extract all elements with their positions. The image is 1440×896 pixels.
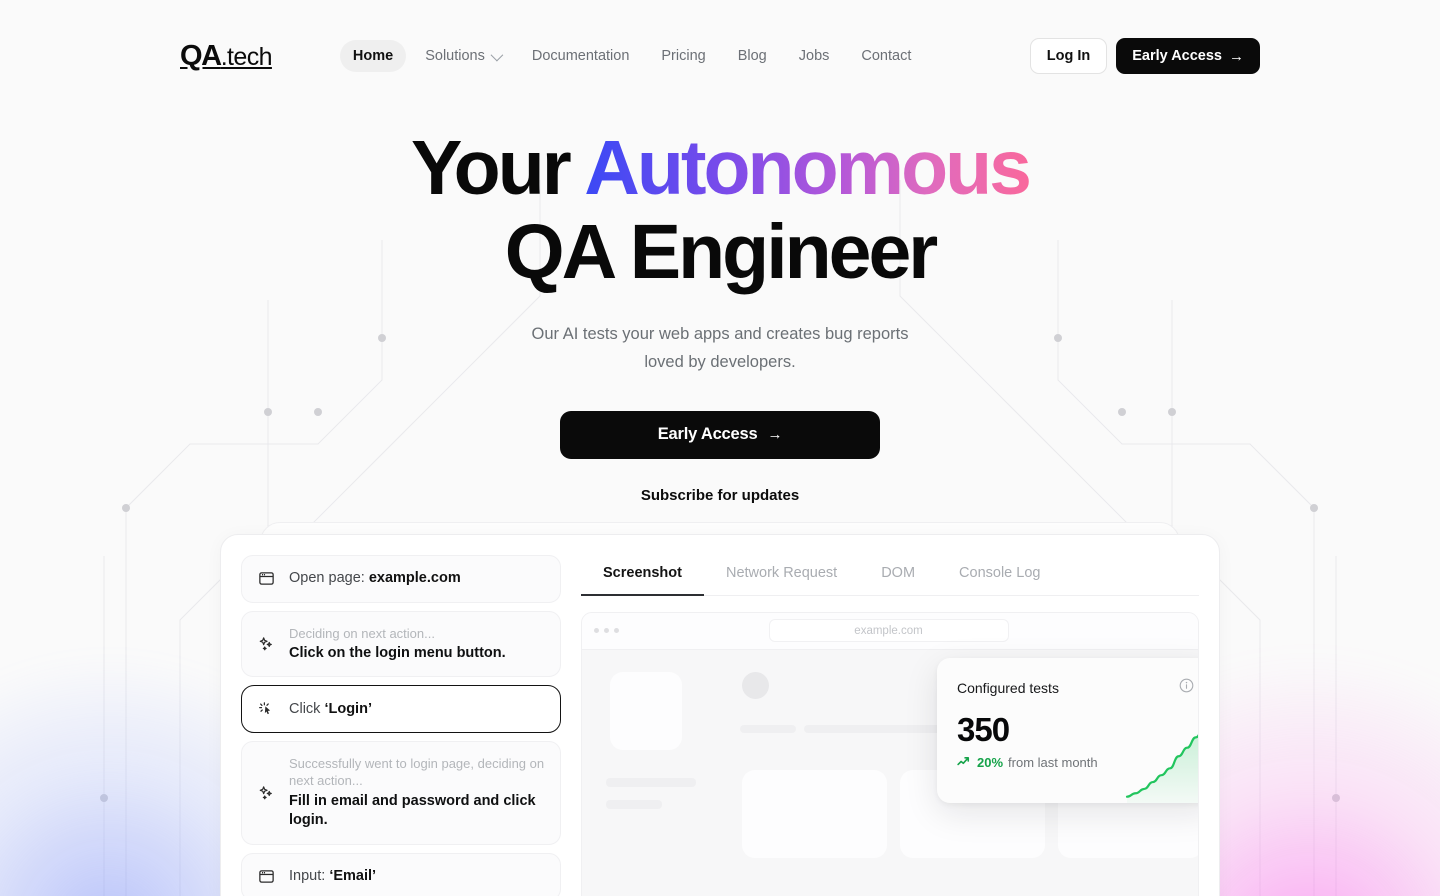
nav-item-label: Solutions: [425, 48, 485, 64]
browser-mockup-chrome: example.com: [582, 612, 1198, 650]
hero-subtitle: Our AI tests your web apps and creates b…: [531, 324, 909, 372]
nav-item-label: Home: [352, 48, 394, 64]
early-access-button-header[interactable]: Early Access →: [1116, 38, 1260, 74]
action-status: Deciding on next action...: [289, 625, 435, 641]
preview-tabs: Screenshot Network Request DOM Console L…: [581, 555, 1199, 596]
stats-card-header: Configured tests: [957, 677, 1195, 699]
skeleton-avatar: [742, 671, 769, 699]
early-access-button-hero[interactable]: Early Access →: [560, 410, 880, 459]
action-target: example.com: [368, 569, 461, 586]
nav-item-contact[interactable]: Contact: [848, 40, 924, 72]
nav-item-label: Jobs: [798, 48, 830, 64]
tab-dom[interactable]: DOM: [859, 555, 937, 595]
stats-card-delta-suffix: from last month: [1008, 755, 1098, 771]
nav-item-label: Pricing: [661, 48, 706, 64]
brand-logo-mark: QA: [180, 39, 222, 72]
action-list-item-click-login[interactable]: Click ‘Login’: [241, 685, 561, 734]
browser-window-icon: [256, 867, 276, 887]
browser-mockup-viewport: Configured tests 350 20% from last month: [582, 649, 1198, 896]
window-controls-dots-icon: [594, 628, 619, 634]
hero-section: Your Autonomous QA Engineer Our AI tests…: [0, 112, 1440, 504]
action-prefix: Open page:: [289, 569, 369, 586]
info-circle-icon[interactable]: [1178, 677, 1195, 699]
tab-network-request[interactable]: Network Request: [704, 555, 859, 595]
arrow-right-icon: →: [767, 426, 783, 444]
nav-item-blog[interactable]: Blog: [725, 40, 780, 72]
skeleton-panel: [742, 769, 887, 858]
main-nav: Home Solutions Documentation Pricing Blo…: [339, 40, 924, 72]
arrow-right-icon: →: [1229, 47, 1244, 65]
agent-action-list: Open page: example.com Deciding on next …: [241, 554, 561, 896]
action-list-item-decide-2[interactable]: Successfully went to login page, decidin…: [241, 741, 561, 845]
nav-item-pricing[interactable]: Pricing: [648, 40, 718, 72]
skeleton-bar: [740, 724, 796, 733]
action-list-item-input-email[interactable]: Input: ‘Email’: [241, 852, 561, 896]
click-cursor-icon: [256, 699, 276, 719]
early-access-label: Early Access: [1132, 48, 1222, 64]
stats-card-area-chart: [1125, 733, 1198, 803]
preview-pane: Screenshot Network Request DOM Console L…: [581, 555, 1199, 896]
action-target: ‘Email’: [329, 867, 377, 884]
action-text: Input: ‘Email’: [289, 867, 546, 887]
action-list-item-decide-1[interactable]: Deciding on next action... Click on the …: [241, 610, 561, 678]
brand-logo-tld: .tech: [220, 42, 273, 71]
nav-item-jobs[interactable]: Jobs: [786, 40, 843, 72]
page-title: Your Autonomous QA Engineer: [0, 130, 1440, 295]
hero-title-part1: Your: [411, 125, 585, 211]
stats-card-label: Configured tests: [957, 679, 1059, 696]
action-text: Click ‘Login’: [289, 700, 546, 720]
nav-item-label: Documentation: [531, 48, 630, 64]
status-badge-configured-tests: Configured tests 350 20% from last month: [937, 657, 1198, 803]
tab-console-log[interactable]: Console Log: [937, 555, 1062, 595]
skeleton-bar: [606, 777, 696, 787]
header-actions: Log In Early Access →: [1029, 38, 1260, 74]
nav-item-solutions[interactable]: Solutions: [412, 40, 513, 72]
action-status: Successfully went to login page, decidin…: [289, 756, 545, 789]
brand-logo[interactable]: QA .tech: [180, 39, 273, 73]
action-text: Deciding on next action... Click on the …: [289, 625, 546, 664]
trending-up-icon: [957, 755, 972, 771]
sparkles-icon: [256, 783, 276, 803]
chevron-down-icon: [490, 48, 504, 61]
browser-window-icon: [256, 569, 276, 589]
browser-mockup-url-bar: example.com: [768, 619, 1009, 643]
sparkles-icon: [256, 634, 276, 654]
hero-title-gradient: Autonomous: [584, 125, 1032, 211]
site-header: QA .tech Home Solutions Documentation Pri…: [0, 0, 1440, 112]
demo-panel: Open page: example.com Deciding on next …: [220, 533, 1220, 896]
nav-item-documentation[interactable]: Documentation: [519, 40, 643, 72]
action-text: Open page: example.com: [289, 569, 546, 589]
demo-panel-wrapper: Open page: example.com Deciding on next …: [220, 521, 1220, 896]
nav-item-label: Contact: [861, 48, 912, 64]
action-list-item-open-page[interactable]: Open page: example.com: [241, 554, 561, 603]
subscribe-link[interactable]: Subscribe for updates: [0, 487, 1440, 504]
skeleton-bar: [606, 799, 662, 809]
action-prefix: Click: [289, 700, 325, 717]
early-access-label: Early Access: [657, 425, 758, 444]
stats-card-delta-pct: 20%: [977, 755, 1004, 771]
hero-title-line2: QA Engineer: [504, 208, 939, 295]
action-text: Successfully went to login page, decidin…: [289, 755, 546, 830]
nav-item-label: Blog: [737, 48, 767, 64]
action-prefix: Input:: [289, 867, 330, 884]
skeleton-tile: [610, 671, 682, 750]
action-decision: Click on the login menu button.: [289, 644, 506, 661]
browser-mockup: example.com Configured tests 350 20% fro…: [581, 611, 1199, 896]
nav-item-home[interactable]: Home: [339, 40, 407, 72]
tab-screenshot[interactable]: Screenshot: [581, 555, 704, 596]
action-target: ‘Login’: [324, 700, 372, 717]
login-button[interactable]: Log In: [1029, 38, 1108, 74]
action-decision: Fill in email and password and click log…: [289, 792, 536, 829]
